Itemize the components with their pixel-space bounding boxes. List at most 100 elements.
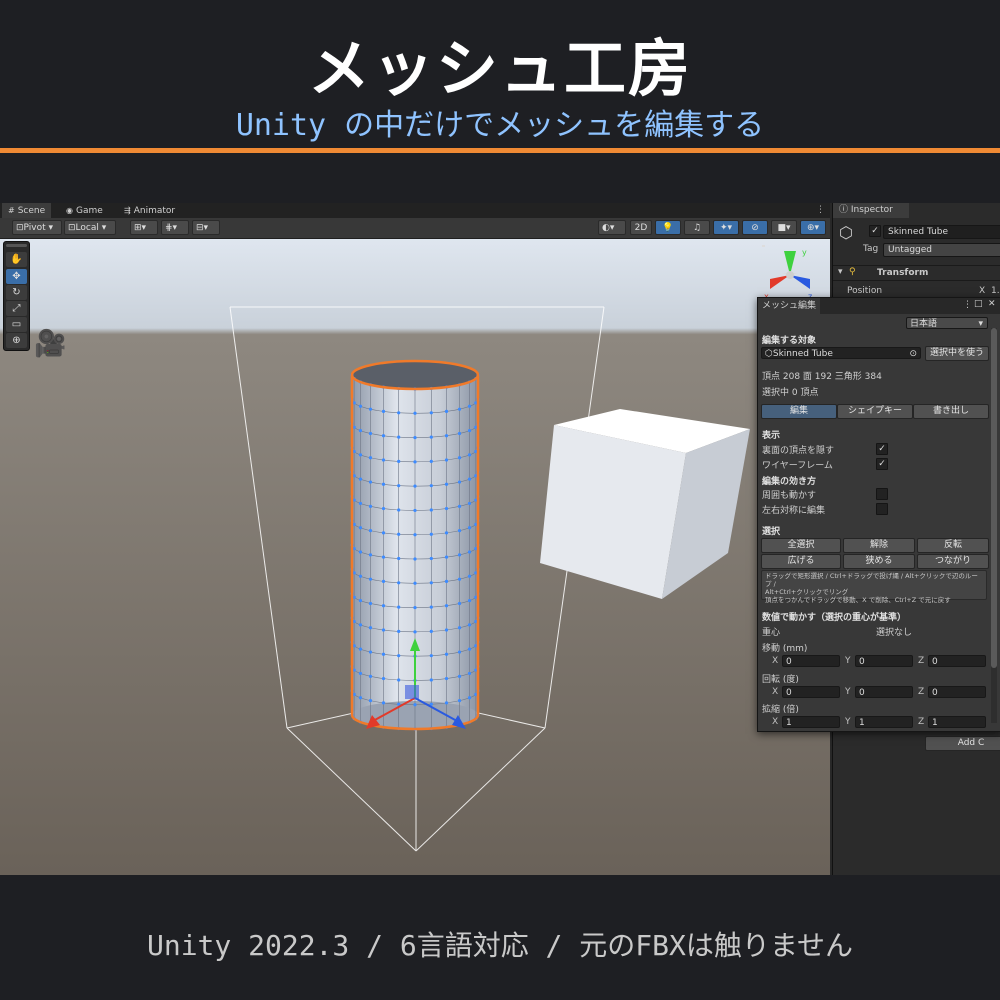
mesh-vertex: [397, 629, 401, 633]
gizmos-dropdown[interactable]: ⊕▾: [800, 220, 826, 235]
local-dropdown[interactable]: ⊡Local ▾: [64, 220, 116, 235]
mesh-vertex: [413, 411, 417, 415]
hero-subtitle: Unity の中だけでメッシュを編集する: [235, 108, 765, 143]
mesh-window-tab[interactable]: メッシュ編集: [758, 298, 821, 314]
scrollbar-thumb[interactable]: [991, 328, 997, 668]
lighting-toggle[interactable]: 💡: [655, 220, 681, 235]
rotate-z-input[interactable]: 0: [928, 686, 986, 698]
mesh-vertex: [358, 696, 363, 700]
language-dropdown[interactable]: 日本語 ▾: [906, 317, 988, 329]
mesh-vertex: [457, 456, 462, 460]
rotate-tool-icon[interactable]: ↻: [6, 285, 27, 300]
mesh-vertex: [358, 404, 363, 408]
move-z-input[interactable]: 0: [928, 655, 986, 667]
mirror-edit-checkbox[interactable]: [876, 503, 888, 515]
inspector-tab[interactable]: ⓘ Inspector: [833, 203, 909, 218]
mesh-vertex: [457, 553, 462, 557]
tab-animator[interactable]: ⇶ Animator: [118, 203, 181, 218]
rotate-x-input[interactable]: 0: [782, 686, 840, 698]
mode-tab-shapekey[interactable]: シェイプキー: [837, 404, 913, 419]
scale-y-input[interactable]: 1: [855, 716, 913, 728]
object-picker-icon[interactable]: ⊙: [909, 348, 917, 360]
active-checkbox[interactable]: ✓: [869, 225, 881, 237]
add-component-button[interactable]: Add C: [925, 736, 1000, 751]
mesh-vertex: [358, 526, 363, 530]
hide-back-checkbox[interactable]: ✓: [876, 443, 888, 455]
grid-visibility-button[interactable]: ⋕▾: [161, 220, 189, 235]
scene-tab-bar: # Scene ◉ Game ⇶ Animator ⋮: [0, 203, 830, 218]
rotate-x-label: X: [772, 687, 779, 697]
mode-tab-export[interactable]: 書き出し: [913, 404, 989, 419]
effects-dropdown[interactable]: ✦▾: [713, 220, 739, 235]
mode-2d-toggle[interactable]: 2D: [630, 220, 652, 235]
tool-palette: ✋ ✥ ↻ ⤢ ▭ ⊕: [3, 241, 30, 351]
use-selected-button[interactable]: 選択中を使う: [925, 346, 989, 361]
mesh-window-scrollbar[interactable]: [991, 328, 997, 723]
mesh-vertex: [413, 460, 417, 464]
mesh-vertex: [467, 526, 472, 530]
mesh-vertex: [368, 553, 373, 557]
mesh-vertex: [381, 652, 386, 656]
mesh-vertex: [457, 674, 462, 678]
mesh-vertex: [444, 676, 449, 681]
position-x-value[interactable]: 1.: [991, 286, 1000, 296]
shading-mode-dropdown[interactable]: ◐▾: [598, 220, 626, 235]
grid-snap-button[interactable]: ⊞▾: [130, 220, 158, 235]
scene-view[interactable]: ✋ ✥ ↻ ⤢ ▭ ⊕ 🎥 y x z: [0, 239, 830, 875]
shrink-button[interactable]: 狭める: [843, 554, 915, 569]
orientation-gizmo[interactable]: y x z: [762, 243, 818, 303]
increment-snap-button[interactable]: ⊟▾: [192, 220, 220, 235]
move-tool-icon[interactable]: ✥: [6, 269, 27, 284]
move-y-input[interactable]: 0: [855, 655, 913, 667]
wireframe-checkbox[interactable]: ✓: [876, 458, 888, 470]
rect-tool-icon[interactable]: ▭: [6, 317, 27, 332]
mesh-vertex: [444, 555, 449, 559]
grow-button[interactable]: 広げる: [761, 554, 841, 569]
hand-tool-icon[interactable]: ✋: [6, 252, 27, 267]
select-all-button[interactable]: 全選択: [761, 538, 841, 553]
mesh-editor-window: メッシュ編集 ⋮ □ ✕ 日本語 ▾ 編集する対象 ⬡Skinned Tube ⊙ …: [757, 297, 1000, 732]
mesh-vertex: [457, 529, 462, 533]
transform-header[interactable]: ▾ ⚲ Transform: [833, 265, 1000, 281]
display-header: 表示: [762, 431, 781, 441]
mesh-vertex: [413, 581, 417, 585]
help-line-1: ドラッグで矩形選択 / Ctrl+ドラッグで投げ縄 / Alt+クリックで辺のル…: [765, 572, 978, 588]
invert-button[interactable]: 反転: [917, 538, 989, 553]
mesh-vertex: [467, 598, 472, 603]
tab-game[interactable]: ◉ Game: [60, 203, 109, 218]
linked-button[interactable]: つながり: [917, 554, 989, 569]
chevron-down-icon: ▾: [978, 319, 983, 329]
object-name-field[interactable]: Skinned Tube: [883, 225, 1000, 239]
mesh-vertex: [467, 647, 472, 651]
pivot-icon: ⊡: [16, 223, 24, 233]
mode-tab-edit[interactable]: 編集: [761, 404, 837, 419]
mesh-vertex: [429, 629, 433, 633]
move-x-input[interactable]: 0: [782, 655, 840, 667]
scale-x-input[interactable]: 1: [782, 716, 840, 728]
footer-caption: Unity 2022.3 / 6言語対応 / 元のFBXは触りません: [146, 929, 854, 962]
scale-z-input[interactable]: 1: [928, 716, 986, 728]
svg-text:y: y: [802, 248, 807, 257]
tag-dropdown[interactable]: Untagged: [883, 243, 1000, 257]
palette-grip[interactable]: [6, 244, 27, 247]
transform-tool-icon[interactable]: ⊕: [6, 333, 27, 348]
rotate-y-input[interactable]: 0: [855, 686, 913, 698]
tab-scene[interactable]: # Scene: [2, 203, 52, 218]
close-icon[interactable]: ✕: [988, 299, 996, 309]
kebab-menu-icon[interactable]: ⋮: [963, 300, 972, 310]
maximize-icon[interactable]: □: [974, 299, 983, 309]
kebab-menu-icon[interactable]: ⋮: [816, 203, 826, 218]
pivot-dropdown[interactable]: ⊡Pivot ▾: [12, 220, 62, 235]
hidden-objects-toggle[interactable]: ⊘: [742, 220, 768, 235]
deselect-button[interactable]: 解除: [843, 538, 915, 553]
position-x-label: X: [979, 286, 986, 296]
move-surrounding-label: 周囲も動かす: [762, 491, 817, 501]
scale-tool-icon[interactable]: ⤢: [6, 301, 27, 316]
audio-toggle[interactable]: ♫: [684, 220, 710, 235]
move-surrounding-checkbox[interactable]: [876, 488, 888, 500]
scale-y-label: Y: [845, 717, 851, 727]
target-object-field[interactable]: ⬡Skinned Tube ⊙: [761, 347, 921, 359]
tab-animator-label: Animator: [133, 206, 176, 216]
camera-settings-dropdown[interactable]: ■▾: [771, 220, 797, 235]
mesh-vertex: [381, 628, 386, 632]
